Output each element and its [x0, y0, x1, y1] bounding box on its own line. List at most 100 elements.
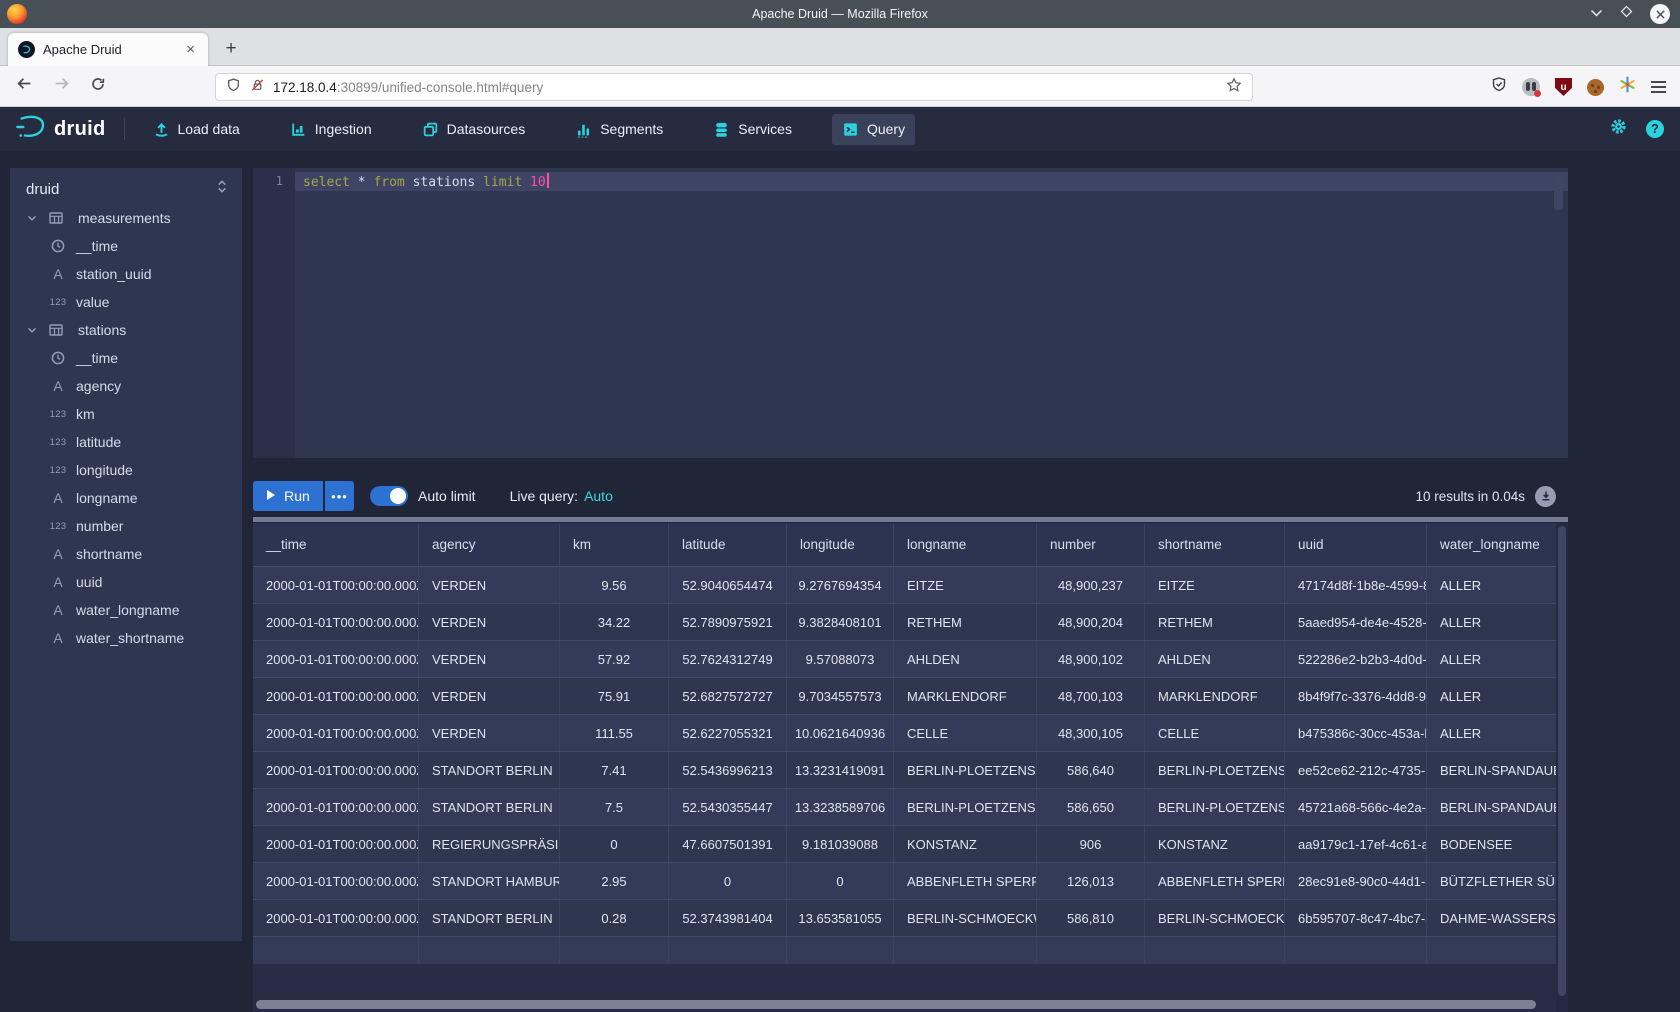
column-header-__time[interactable]: __time [253, 523, 419, 566]
table-cell[interactable]: 9.7034557573 [787, 678, 894, 714]
table-cell[interactable]: RETHEM [1145, 604, 1285, 640]
shield-icon[interactable] [226, 77, 241, 98]
sidebar-column-value[interactable]: 123value [10, 288, 242, 316]
nav-item-services[interactable]: Services [703, 114, 802, 145]
column-header-water_longname[interactable]: water_longname [1427, 523, 1556, 566]
nav-item-datasources[interactable]: Datasources [412, 114, 536, 145]
table-cell[interactable]: 5aaed954-de4e-4528-8f [1285, 604, 1427, 640]
column-header-longname[interactable]: longname [894, 523, 1037, 566]
table-cell[interactable]: 52.6827572727 [669, 678, 787, 714]
table-cell[interactable]: STANDORT BERLIN [419, 900, 560, 936]
table-cell[interactable]: 9.181039088 [787, 826, 894, 862]
colorful-asterisk-extension-icon[interactable] [1619, 76, 1636, 98]
table-cell[interactable]: 52.5436996213 [669, 752, 787, 788]
table-cell[interactable]: 0 [560, 826, 669, 862]
table-cell[interactable]: 13.653581055 [787, 900, 894, 936]
table-cell[interactable]: 2000-01-01T00:00:00.000Z [253, 604, 419, 640]
table-cell[interactable]: BERLIN-SPANDAUER-S [1427, 789, 1556, 825]
forward-button[interactable] [53, 75, 70, 97]
sidebar-column-latitude[interactable]: 123latitude [10, 428, 242, 456]
vertical-scrollbar-track[interactable] [1556, 523, 1568, 1012]
table-cell[interactable]: ABBENFLETH SPERRWER [1145, 863, 1285, 899]
table-cell[interactable]: 2000-01-01T00:00:00.000Z [253, 789, 419, 825]
table-cell[interactable]: CELLE [894, 715, 1037, 751]
table-cell[interactable]: 522286e2-b2b3-4d0d-9a [1285, 641, 1427, 677]
table-cell[interactable]: 48,900,237 [1037, 567, 1145, 603]
table-cell[interactable]: 52.3743981404 [669, 900, 787, 936]
table-cell[interactable]: MARKLENDORF [894, 678, 1037, 714]
table-cell[interactable]: DAHME-WASSERSTRAS [1427, 900, 1556, 936]
chevron-down-icon[interactable] [22, 323, 42, 337]
table-cell[interactable]: b475386c-30cc-453a-b3 [1285, 715, 1427, 751]
column-header-longitude[interactable]: longitude [787, 523, 894, 566]
url-text[interactable]: 172.18.0.4:30899/unified-console.html#qu… [273, 80, 1226, 95]
table-cell[interactable]: BODENSEE [1427, 826, 1556, 862]
table-cell[interactable]: 48,900,102 [1037, 641, 1145, 677]
table-cell[interactable]: 52.7624312749 [669, 641, 787, 677]
table-cell[interactable]: 0.28 [560, 900, 669, 936]
table-cell[interactable]: 2000-01-01T00:00:00.000Z [253, 715, 419, 751]
table-cell[interactable]: 47.6607501391 [669, 826, 787, 862]
window-close-icon[interactable] [1650, 4, 1670, 24]
table-cell[interactable]: 57.92 [560, 641, 669, 677]
column-header-number[interactable]: number [1037, 523, 1145, 566]
table-cell[interactable]: VERDEN [419, 567, 560, 603]
table-cell[interactable]: BERLIN-SCHMOECKWITZ [1145, 900, 1285, 936]
column-header-uuid[interactable]: uuid [1285, 523, 1427, 566]
sidebar-column-longitude[interactable]: 123longitude [10, 456, 242, 484]
table-cell[interactable]: 48,300,105 [1037, 715, 1145, 751]
table-cell[interactable]: ALLER [1427, 567, 1556, 603]
table-cell[interactable]: VERDEN [419, 604, 560, 640]
table-cell[interactable]: REGIERUNGSPRÄSIDIUM [419, 826, 560, 862]
run-button[interactable]: Run [253, 481, 323, 511]
auto-limit-toggle[interactable] [370, 486, 408, 506]
nav-item-query[interactable]: Query [832, 114, 915, 145]
table-cell[interactable]: 48,700,103 [1037, 678, 1145, 714]
table-cell[interactable]: 586,640 [1037, 752, 1145, 788]
table-cell[interactable]: VERDEN [419, 678, 560, 714]
table-cell[interactable]: KONSTANZ [894, 826, 1037, 862]
table-cell[interactable]: 13.3238589706 [787, 789, 894, 825]
tab-close-icon[interactable]: × [183, 40, 198, 59]
table-cell[interactable]: STANDORT BERLIN [419, 789, 560, 825]
menu-icon[interactable] [1651, 81, 1666, 93]
table-cell[interactable]: 8b4f9f7c-3376-4dd8-95c [1285, 678, 1427, 714]
download-icon[interactable] [1535, 486, 1556, 507]
sidebar-table-measurements[interactable]: measurements [10, 204, 242, 232]
table-cell[interactable]: 2000-01-01T00:00:00.000Z [253, 900, 419, 936]
table-cell[interactable]: 13.3231419091 [787, 752, 894, 788]
table-cell[interactable]: 47174d8f-1b8e-4599-8a [1285, 567, 1427, 603]
bookmark-star-icon[interactable] [1226, 77, 1242, 98]
table-cell[interactable]: 7.5 [560, 789, 669, 825]
table-cell[interactable]: STANDORT HAMBURG [419, 863, 560, 899]
table-cell[interactable]: 586,810 [1037, 900, 1145, 936]
table-cell[interactable]: BERLIN-SPANDAUER-S [1427, 752, 1556, 788]
table-cell[interactable]: BERLIN-PLOETZENSEE O [1145, 752, 1285, 788]
table-cell[interactable]: 2000-01-01T00:00:00.000Z [253, 863, 419, 899]
sql-code-line[interactable]: select * from stations limit 10 [303, 173, 549, 190]
table-cell[interactable]: 52.5430355447 [669, 789, 787, 825]
table-cell[interactable]: 52.6227055321 [669, 715, 787, 751]
table-cell[interactable]: KONSTANZ [1145, 826, 1285, 862]
column-header-agency[interactable]: agency [419, 523, 560, 566]
table-cell[interactable]: 9.3828408101 [787, 604, 894, 640]
cookie-extension-icon[interactable] [1587, 79, 1604, 96]
sidebar-column-uuid[interactable]: Auuid [10, 568, 242, 596]
table-cell[interactable]: 906 [1037, 826, 1145, 862]
sort-icon[interactable] [216, 179, 228, 199]
table-cell[interactable]: VERDEN [419, 715, 560, 751]
table-cell[interactable]: 9.56 [560, 567, 669, 603]
sidebar-column-shortname[interactable]: Ashortname [10, 540, 242, 568]
table-cell[interactable]: ALLER [1427, 641, 1556, 677]
table-cell[interactable]: 126,013 [1037, 863, 1145, 899]
table-cell[interactable]: BERLIN-PLOETZENSEE U [1145, 789, 1285, 825]
sidebar-column-longname[interactable]: Alongname [10, 484, 242, 512]
sql-editor[interactable]: 1 select * from stations limit 10 [253, 168, 1568, 458]
chevron-down-icon[interactable] [22, 211, 42, 225]
table-cell[interactable]: 2000-01-01T00:00:00.000Z [253, 752, 419, 788]
table-cell[interactable]: 75.91 [560, 678, 669, 714]
table-cell[interactable]: 48,900,204 [1037, 604, 1145, 640]
table-cell[interactable]: 0 [787, 863, 894, 899]
table-cell[interactable]: MARKLENDORF [1145, 678, 1285, 714]
table-cell[interactable]: 2000-01-01T00:00:00.000Z [253, 567, 419, 603]
